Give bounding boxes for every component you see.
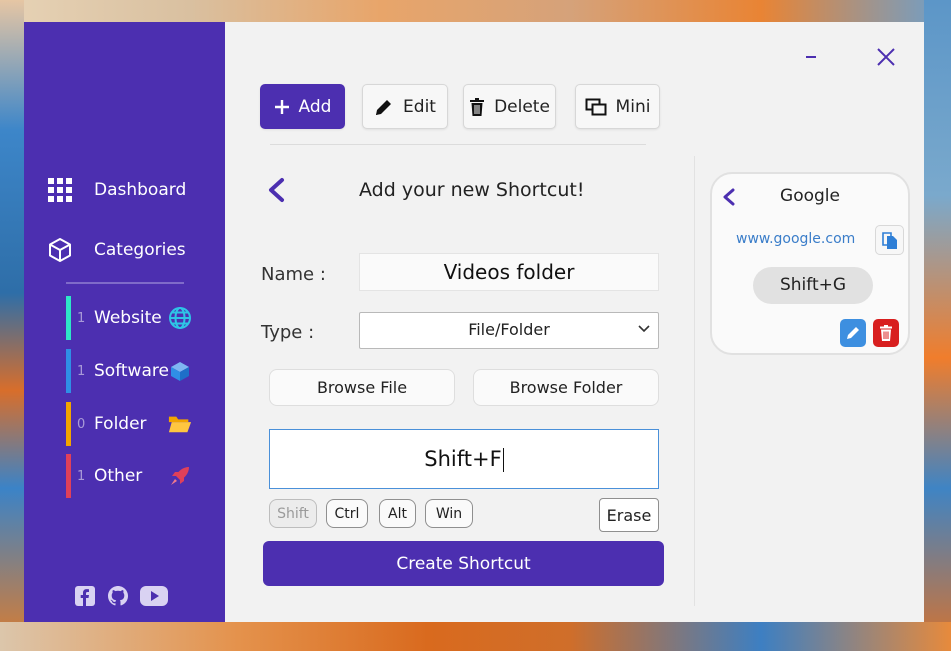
cube-icon (46, 236, 74, 264)
sidebar-divider (66, 282, 184, 284)
card-title: Google (780, 186, 840, 206)
nav-dashboard-label: Dashboard (94, 180, 187, 200)
category-label: Folder (94, 414, 147, 434)
folder-open-icon (168, 412, 192, 436)
nav-categories-label: Categories (94, 240, 186, 260)
type-select-value: File/Folder (468, 320, 550, 339)
youtube-icon[interactable] (138, 584, 170, 608)
chevron-left-icon (269, 178, 284, 202)
erase-button[interactable]: Erase (599, 498, 659, 532)
toolbar-divider (270, 144, 646, 145)
modifier-ctrl-button[interactable]: Ctrl (326, 499, 368, 528)
trash-icon (470, 97, 485, 116)
close-button[interactable] (871, 42, 901, 72)
github-icon[interactable] (105, 584, 131, 608)
category-website[interactable]: 1 Website (66, 296, 206, 340)
app-window: Dashboard Categories 1 Website 1 Softwar… (24, 22, 924, 622)
nav-categories[interactable]: Categories (46, 235, 186, 265)
card-edit-button[interactable] (840, 319, 866, 347)
category-color-bar (66, 454, 71, 498)
category-count: 0 (77, 416, 86, 432)
name-input[interactable]: Videos folder (359, 253, 659, 291)
type-label: Type : (261, 322, 315, 343)
category-color-bar (66, 402, 71, 446)
hotkey-input-value: Shift+F (424, 447, 502, 471)
form-title: Add your new Shortcut! (359, 179, 585, 201)
desktop-wallpaper-right (924, 0, 951, 651)
add-button[interactable]: Add (260, 84, 345, 129)
shortcut-card[interactable]: Google www.google.com Shift+G (710, 172, 910, 355)
modifier-shift-button[interactable]: Shift (269, 499, 317, 528)
category-software[interactable]: 1 Software (66, 349, 206, 393)
delete-button-label: Delete (494, 96, 550, 117)
add-button-label: Add (298, 96, 332, 117)
category-label: Software (94, 361, 169, 381)
copy-icon (881, 232, 897, 249)
type-select[interactable]: File/Folder (359, 312, 659, 349)
back-button[interactable] (266, 177, 290, 205)
panel-separator (694, 156, 695, 606)
plus-icon (274, 99, 289, 114)
minimize-button[interactable] (796, 42, 826, 72)
mini-button-label: Mini (615, 96, 651, 117)
text-cursor (502, 448, 504, 472)
sidebar: Dashboard Categories 1 Website 1 Softwar… (24, 22, 225, 622)
category-folder[interactable]: 0 Folder (66, 402, 206, 446)
modifier-win-button[interactable]: Win (425, 499, 473, 528)
grid-icon (46, 176, 74, 204)
desktop-wallpaper-bottom (0, 622, 951, 651)
pencil-icon (376, 99, 392, 115)
package-icon (168, 359, 192, 383)
category-count: 1 (77, 363, 86, 379)
card-hotkey: Shift+G (753, 267, 873, 304)
facebook-icon[interactable] (72, 584, 98, 608)
edit-button[interactable]: Edit (362, 84, 448, 129)
desktop-wallpaper-left (0, 0, 24, 651)
category-count: 1 (77, 468, 86, 484)
name-label: Name : (261, 264, 326, 285)
card-delete-button[interactable] (873, 319, 899, 347)
category-other[interactable]: 1 Other (66, 454, 206, 498)
create-shortcut-button[interactable]: Create Shortcut (263, 541, 664, 586)
hotkey-input[interactable]: Shift+F (269, 429, 659, 489)
browse-folder-button[interactable]: Browse Folder (473, 369, 659, 406)
rocket-icon (168, 464, 192, 488)
category-count: 1 (77, 310, 86, 326)
trash-icon (880, 325, 892, 341)
edit-button-label: Edit (403, 96, 436, 117)
window-restore-icon (585, 98, 607, 115)
globe-icon (168, 306, 192, 330)
chevron-down-icon (638, 313, 650, 347)
desktop-wallpaper-top (0, 0, 951, 22)
copy-button[interactable] (875, 225, 904, 255)
pencil-icon (847, 327, 859, 339)
close-icon (877, 48, 895, 66)
browse-file-button[interactable]: Browse File (269, 369, 455, 406)
category-label: Website (94, 308, 162, 328)
category-label: Other (94, 466, 143, 486)
mini-button[interactable]: Mini (575, 84, 660, 129)
delete-button[interactable]: Delete (463, 84, 556, 129)
nav-dashboard[interactable]: Dashboard (46, 175, 186, 205)
modifier-alt-button[interactable]: Alt (379, 499, 416, 528)
card-url[interactable]: www.google.com (736, 231, 855, 247)
category-color-bar (66, 349, 71, 393)
category-color-bar (66, 296, 71, 340)
